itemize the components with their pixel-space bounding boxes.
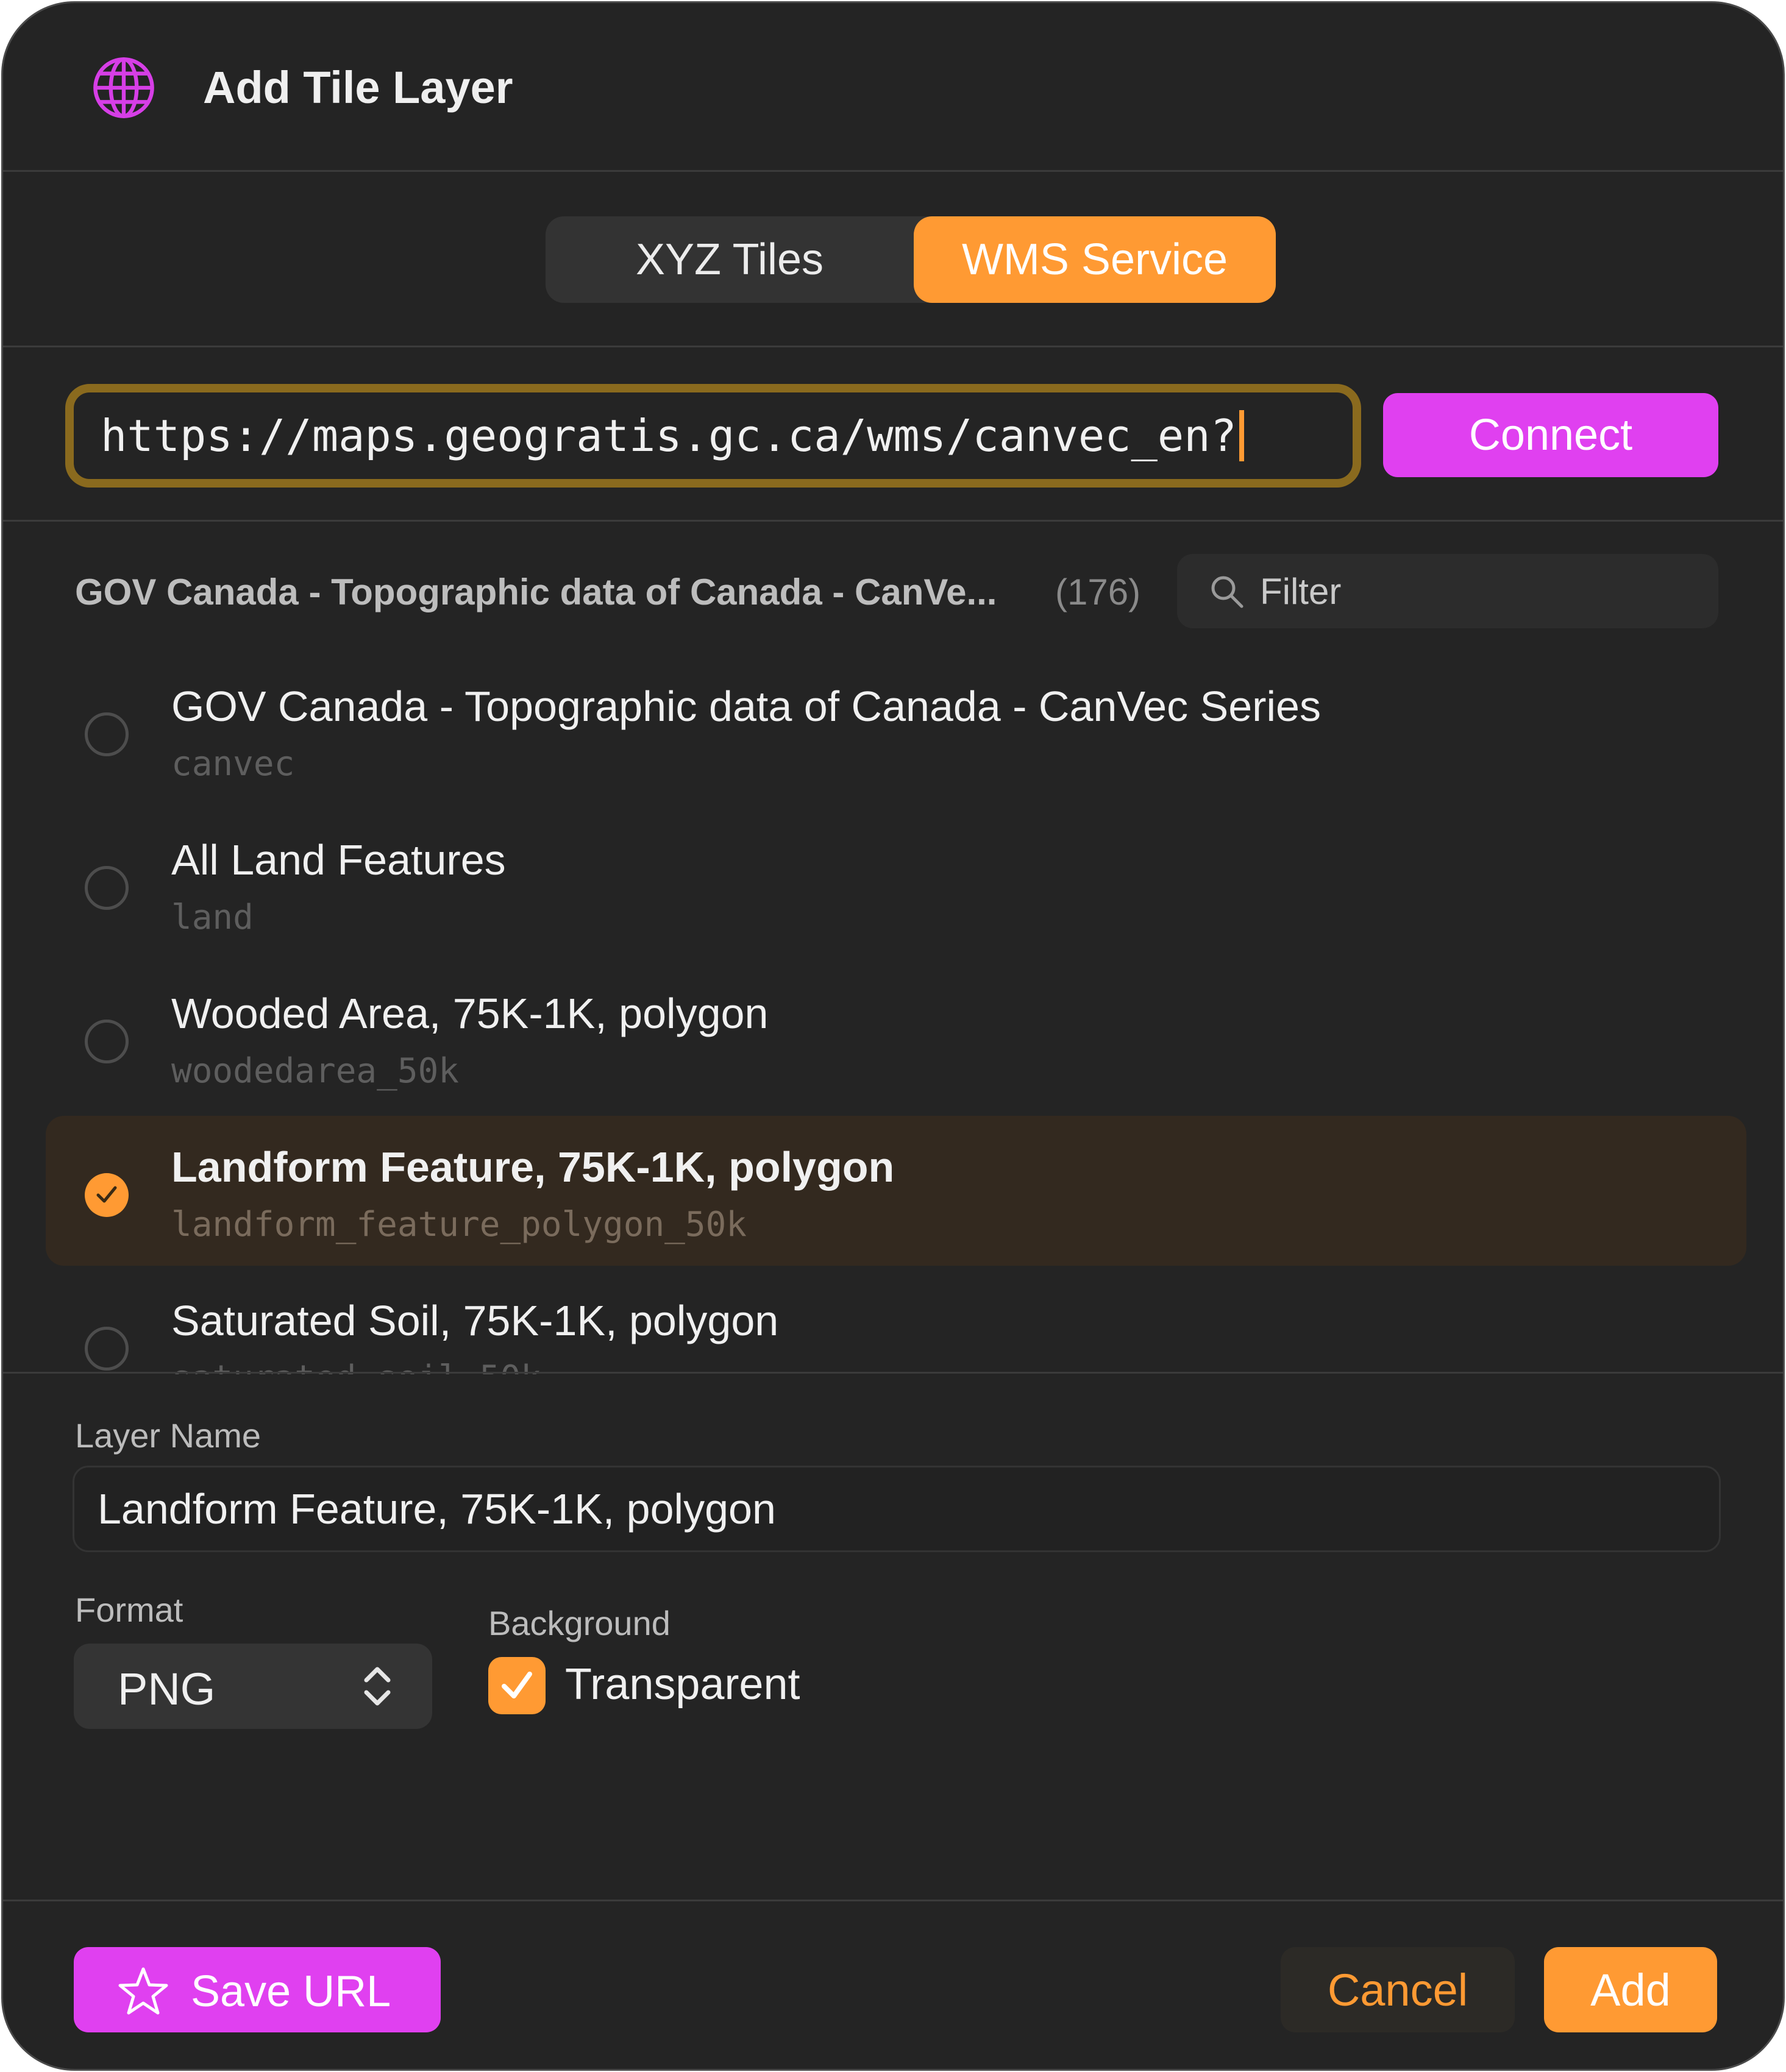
save-url-label: Save URL (191, 1967, 391, 2016)
tab-wms-service[interactable]: WMS Service (914, 216, 1276, 303)
radio-button[interactable] (85, 712, 129, 756)
add-tile-layer-dialog: Add Tile Layer XYZ Tiles WMS Service htt… (1, 1, 1785, 2071)
cancel-button[interactable]: Cancel (1281, 1947, 1515, 2032)
radio-button[interactable] (85, 1020, 129, 1063)
search-icon (1211, 576, 1243, 608)
layer-count: (176) (1055, 572, 1141, 612)
dialog-title: Add Tile Layer (203, 62, 513, 113)
text-caret (1239, 410, 1244, 461)
wms-url-value: https://maps.geogratis.gc.ca/wms/canvec_… (101, 410, 1237, 461)
filter-input[interactable] (1260, 554, 1699, 628)
layer-list[interactable]: GOV Canada - Topographic data of Canada … (3, 655, 1783, 1374)
divider (3, 346, 1783, 347)
format-select[interactable]: PNG (74, 1644, 432, 1729)
layer-row[interactable]: GOV Canada - Topographic data of Canada … (46, 655, 1746, 805)
layer-id: canvec (171, 744, 295, 784)
layer-name-input[interactable] (73, 1466, 1721, 1552)
layer-id: land (171, 898, 254, 937)
transparent-checkbox[interactable] (488, 1657, 546, 1714)
divider (3, 170, 1783, 172)
filter-field[interactable] (1177, 554, 1718, 628)
tab-xyz-tiles[interactable]: XYZ Tiles (546, 216, 914, 303)
layer-row[interactable]: All Land Features land (46, 809, 1746, 959)
layer-title: GOV Canada - Topographic data of Canada … (171, 683, 1321, 730)
layer-name-label: Layer Name (75, 1416, 261, 1455)
divider (3, 520, 1783, 522)
radio-button-checked[interactable] (85, 1173, 129, 1217)
service-name: GOV Canada - Topographic data of Canada … (75, 572, 997, 612)
format-label: Format (75, 1591, 183, 1629)
transparent-label: Transparent (565, 1660, 800, 1709)
chevron-up-down-icon (364, 1667, 391, 1706)
star-icon (118, 1967, 168, 2015)
wms-url-field[interactable]: https://maps.geogratis.gc.ca/wms/canvec_… (65, 384, 1361, 488)
add-button[interactable]: Add (1544, 1947, 1717, 2032)
divider (3, 1372, 1783, 1374)
layer-title: Saturated Soil, 75K-1K, polygon (171, 1297, 779, 1344)
globe-icon (93, 57, 154, 118)
layer-row-selected[interactable]: Landform Feature, 75K-1K, polygon landfo… (46, 1116, 1746, 1266)
divider (3, 1900, 1783, 1901)
layer-title: Wooded Area, 75K-1K, polygon (171, 990, 769, 1037)
layer-id: woodedarea_50k (171, 1051, 460, 1091)
layer-row[interactable]: Saturated Soil, 75K-1K, polygon saturate… (46, 1269, 1746, 1374)
layer-title: All Land Features (171, 836, 506, 884)
save-url-button[interactable]: Save URL (74, 1947, 441, 2032)
dialog-header: Add Tile Layer (3, 3, 1783, 171)
background-label: Background (488, 1604, 671, 1642)
layer-row[interactable]: Wooded Area, 75K-1K, polygon woodedarea_… (46, 962, 1746, 1112)
checkmark-icon (96, 1186, 117, 1203)
format-value: PNG (118, 1664, 216, 1714)
layer-id: landform_feature_polygon_50k (171, 1205, 747, 1244)
radio-button[interactable] (85, 1327, 129, 1371)
radio-button[interactable] (85, 866, 129, 910)
layer-title: Landform Feature, 75K-1K, polygon (171, 1143, 895, 1191)
connect-button[interactable]: Connect (1383, 393, 1718, 477)
checkmark-icon (502, 1672, 532, 1698)
source-type-segmented-control: XYZ Tiles WMS Service (546, 216, 1276, 303)
